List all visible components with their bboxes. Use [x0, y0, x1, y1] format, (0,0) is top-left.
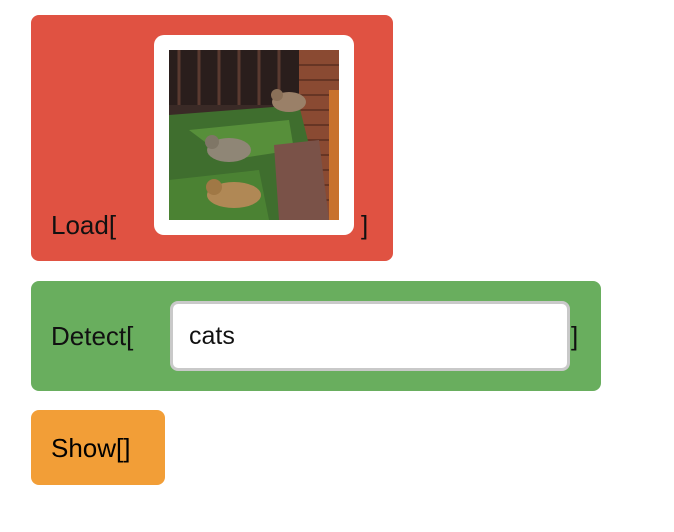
show-label: Show[] — [51, 433, 131, 463]
load-block: Load[] — [31, 15, 393, 261]
show-button[interactable]: Show[] — [31, 410, 165, 485]
cats-photo — [169, 50, 339, 220]
load-close-bracket: ] — [361, 210, 369, 240]
detect-text-input[interactable] — [170, 301, 570, 371]
detect-close-bracket: ] — [571, 321, 579, 351]
detect-label: Detect[ — [51, 321, 134, 351]
detect-block: Detect[ ] — [31, 281, 601, 391]
load-label: Load[ — [51, 210, 117, 240]
image-upload-frame[interactable] — [154, 35, 354, 235]
